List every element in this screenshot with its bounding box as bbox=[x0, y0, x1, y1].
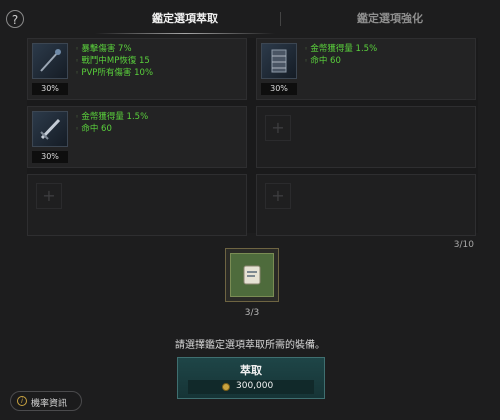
active-tab-indicator bbox=[95, 33, 275, 34]
tab-bar: 鑑定選項萃取 鑑定選項強化 bbox=[30, 0, 480, 36]
equipment-grid: 30% 暴擊傷害 7% 戰鬥中MP恢復 15 PVP所有傷害 10% 30% 金… bbox=[27, 38, 478, 236]
info-icon: i bbox=[17, 396, 27, 406]
tab-divider bbox=[280, 12, 281, 26]
scroll-icon bbox=[230, 253, 274, 297]
empty-equipment-slot[interactable]: + bbox=[27, 174, 247, 236]
option-text: 命中 60 bbox=[75, 123, 148, 135]
question-icon: ? bbox=[11, 13, 19, 27]
equipment-count: 3/10 bbox=[453, 240, 474, 250]
probability-info-button[interactable]: i 機率資訊 bbox=[10, 391, 82, 411]
tab-extract[interactable]: 鑑定選項萃取 bbox=[85, 10, 285, 32]
extract-button-label: 萃取 bbox=[240, 364, 262, 377]
equipment-slot[interactable]: 30% 金幣獲得量 1.5% 命中 60 bbox=[256, 38, 476, 100]
option-list: 金幣獲得量 1.5% 命中 60 bbox=[75, 111, 148, 135]
belt-armor-icon bbox=[261, 43, 297, 79]
plus-icon: + bbox=[265, 115, 291, 141]
option-text: 金幣獲得量 1.5% bbox=[304, 43, 377, 55]
material-count: 3/3 bbox=[244, 308, 260, 318]
option-text: 命中 60 bbox=[304, 55, 377, 67]
empty-equipment-slot[interactable]: + bbox=[256, 174, 476, 236]
extraction-rate: 30% bbox=[261, 83, 297, 95]
cost-display: 300,000 bbox=[188, 380, 314, 394]
option-text: PVP所有傷害 10% bbox=[75, 67, 153, 79]
tab-enhance[interactable]: 鑑定選項強化 bbox=[290, 10, 490, 32]
empty-equipment-slot[interactable]: + bbox=[256, 106, 476, 168]
equipment-slot[interactable]: 30% 金幣獲得量 1.5% 命中 60 bbox=[27, 106, 247, 168]
extraction-rate: 30% bbox=[32, 83, 68, 95]
equipment-slot[interactable]: 30% 暴擊傷害 7% 戰鬥中MP恢復 15 PVP所有傷害 10% bbox=[27, 38, 247, 100]
staff-weapon-icon bbox=[32, 43, 68, 79]
extract-button[interactable]: 萃取 300,000 bbox=[177, 357, 325, 399]
probability-info-label: 機率資訊 bbox=[31, 399, 68, 409]
option-text: 暴擊傷害 7% bbox=[75, 43, 153, 55]
option-list: 金幣獲得量 1.5% 命中 60 bbox=[304, 43, 377, 67]
help-button[interactable]: ? bbox=[6, 10, 24, 28]
coin-icon bbox=[222, 383, 230, 391]
instruction-text: 請選擇鑑定選項萃取所需的裝備。 bbox=[175, 340, 325, 351]
cost-value: 300,000 bbox=[236, 381, 274, 391]
sword-weapon-icon bbox=[32, 111, 68, 147]
extraction-rate: 30% bbox=[32, 151, 68, 163]
plus-icon: + bbox=[265, 183, 291, 209]
plus-icon: + bbox=[36, 183, 62, 209]
material-slot[interactable] bbox=[225, 248, 279, 302]
option-text: 金幣獲得量 1.5% bbox=[75, 111, 148, 123]
option-text: 戰鬥中MP恢復 15 bbox=[75, 55, 153, 67]
option-list: 暴擊傷害 7% 戰鬥中MP恢復 15 PVP所有傷害 10% bbox=[75, 43, 153, 79]
